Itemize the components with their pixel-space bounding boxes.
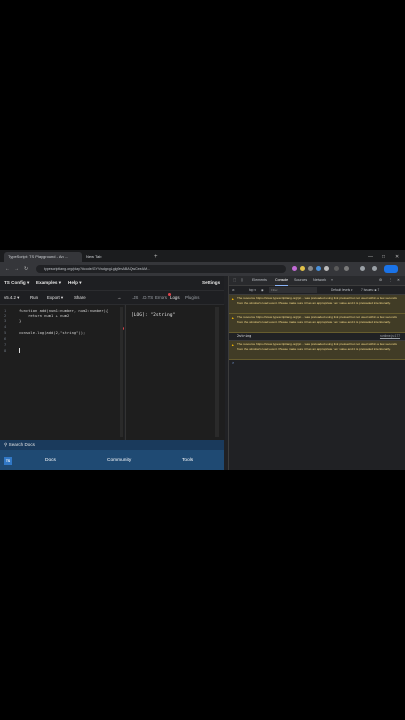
extension-icon[interactable] [308, 266, 313, 271]
line-number: 4 [4, 324, 7, 329]
tab-elements[interactable]: Elements [252, 276, 267, 285]
console-warning: ▲ The resource https://www.typescriptlan… [229, 341, 405, 360]
eye-icon[interactable]: ◉ [261, 286, 264, 294]
new-tab-icon[interactable]: + [154, 252, 158, 262]
tab-console[interactable]: Console [275, 276, 289, 286]
back-icon[interactable]: ← [5, 265, 10, 273]
ts-config-menu[interactable]: TS Config ▾ [4, 276, 29, 290]
devtools-tabs: ⬚ ▯ Elements Console Sources Network » ⚙… [229, 276, 405, 286]
console-warning: ▲ The resource https://www.typescriptlan… [229, 295, 405, 314]
code-line: return num1 + num2 [19, 313, 70, 318]
inspect-icon[interactable]: ⬚ [233, 276, 236, 285]
code-editor[interactable]: 1 2 3 4 5 6 7 8 function add(num1:number… [0, 305, 124, 440]
issues-badge[interactable]: 7 Issues: ■ 7 [361, 286, 379, 294]
console-warning: ▲ The resource https://www.typescriptlan… [229, 314, 405, 333]
menu-icon[interactable] [372, 266, 377, 271]
settings-icon[interactable]: ⚙ [379, 276, 382, 285]
log-levels-select[interactable]: Default levels ▾ [331, 286, 353, 294]
log-text: 2string [237, 334, 252, 338]
tab-network[interactable]: Network [313, 276, 326, 285]
search-docs-input[interactable]: ⚲ Search Docs [0, 440, 224, 450]
tab-typescript-playground[interactable]: TypeScript: TS Playground - An ... [4, 252, 82, 262]
cursor-pointer-marker [168, 293, 171, 296]
extension-icon[interactable] [300, 266, 305, 271]
tab-sources[interactable]: Sources [294, 276, 307, 285]
share-button[interactable]: Share [74, 291, 86, 304]
extension-icon[interactable] [316, 266, 321, 271]
toggle-output-icon[interactable]: → [117, 291, 121, 304]
line-number-gutter: 1 2 3 4 5 6 7 8 [0, 305, 14, 440]
console-filter-input[interactable]: Filter [269, 287, 317, 293]
typescript-logo: TS [4, 457, 12, 465]
output-panel: [LOG]: "2string" [125, 305, 225, 440]
tab-label: New Tab [86, 254, 102, 259]
tab-plugins[interactable]: Plugins [185, 291, 199, 304]
close-icon[interactable]: ✕ [395, 252, 399, 262]
playground-toolbar: v5.4.2 ▾ Run Export ▾ Share → .JS .D.TS … [0, 291, 224, 305]
output-scrollbar[interactable] [215, 307, 219, 437]
docs-link[interactable]: Docs [45, 451, 56, 470]
more-tabs-icon[interactable]: » [331, 276, 333, 285]
search-docs-label: Search Docs [8, 442, 35, 447]
help-menu[interactable]: Help ▾ [68, 276, 82, 290]
tab-js[interactable]: .JS [132, 291, 138, 304]
run-button[interactable]: Run [30, 291, 38, 304]
profile-avatar[interactable] [360, 266, 365, 271]
playground-header: TS Config ▾ Examples ▾ Help ▾ Settings [0, 276, 224, 291]
tab-logs[interactable]: Logs [170, 291, 180, 304]
line-number: 6 [4, 336, 7, 341]
more-options-icon[interactable]: ⋮ [389, 276, 393, 285]
console-toolbar: ⊘ top ▾ ◉ Filter Default levels ▾ 7 Issu… [229, 286, 405, 295]
settings-link[interactable]: Settings [202, 276, 220, 290]
warning-icon: ▲ [231, 343, 235, 347]
console-prompt[interactable]: > [232, 361, 234, 365]
editor-scrollbar[interactable] [120, 307, 123, 437]
version-select[interactable]: v5.4.2 ▾ [4, 291, 19, 304]
device-toolbar-icon[interactable]: ▯ [241, 276, 243, 285]
tab-errors[interactable]: Errors [155, 291, 167, 304]
clear-console-icon[interactable]: ⊘ [232, 286, 235, 294]
url-input[interactable]: typescriptlang.org/play?#code/GYVwdgxgLg… [36, 265, 286, 273]
update-button[interactable] [384, 265, 398, 273]
log-source-link[interactable]: runtime.js:177 [380, 333, 400, 340]
tab-strip: TypeScript: TS Playground - An ... New T… [0, 250, 405, 262]
warning-text: The resource https://www.typescriptlang.… [237, 296, 397, 305]
tab-dts[interactable]: .D.TS [142, 291, 153, 304]
extension-icon[interactable] [334, 266, 339, 271]
export-button[interactable]: Export ▾ [47, 291, 63, 304]
reload-icon[interactable]: ↻ [24, 265, 28, 273]
context-select[interactable]: top ▾ [249, 286, 256, 294]
minimize-icon[interactable]: — [368, 252, 373, 262]
line-number: 3 [4, 318, 7, 323]
address-bar: ← → ↻ typescriptlang.org/play?#code/GYVw… [0, 262, 405, 276]
line-number: 5 [4, 330, 7, 335]
console-log-line: 2string runtime.js:177 [229, 333, 405, 341]
log-output: [LOG]: "2string" [131, 313, 176, 318]
extension-icon[interactable] [344, 266, 349, 271]
devtools-panel: ⬚ ▯ Elements Console Sources Network » ⚙… [228, 276, 405, 470]
maximize-icon[interactable]: □ [382, 252, 385, 262]
tools-link[interactable]: Tools [182, 451, 193, 470]
warning-icon: ▲ [231, 316, 235, 320]
extension-icon[interactable] [292, 266, 297, 271]
close-devtools-icon[interactable]: ✕ [397, 276, 400, 285]
tab-label: TypeScript: TS Playground - An ... [8, 254, 69, 259]
examples-menu[interactable]: Examples ▾ [36, 276, 61, 290]
warning-text: The resource https://www.typescriptlang.… [237, 315, 397, 324]
community-link[interactable]: Community [107, 451, 131, 470]
code-line: } [19, 318, 22, 323]
warning-text: The resource https://www.typescriptlang.… [237, 342, 397, 351]
docs-footer: ⚲ Search Docs TS Docs Community Tools [0, 440, 224, 470]
code-line: console.log(add(2,"string")); [19, 330, 86, 335]
browser-window: TypeScript: TS Playground - An ... New T… [0, 250, 405, 470]
tab-new-tab[interactable]: New Tab [82, 252, 158, 262]
extension-icon[interactable] [324, 266, 329, 271]
line-number: 7 [4, 342, 7, 347]
text-cursor [19, 348, 20, 353]
line-number: 8 [4, 348, 7, 353]
warning-icon: ▲ [231, 297, 235, 301]
forward-icon[interactable]: → [14, 265, 19, 273]
